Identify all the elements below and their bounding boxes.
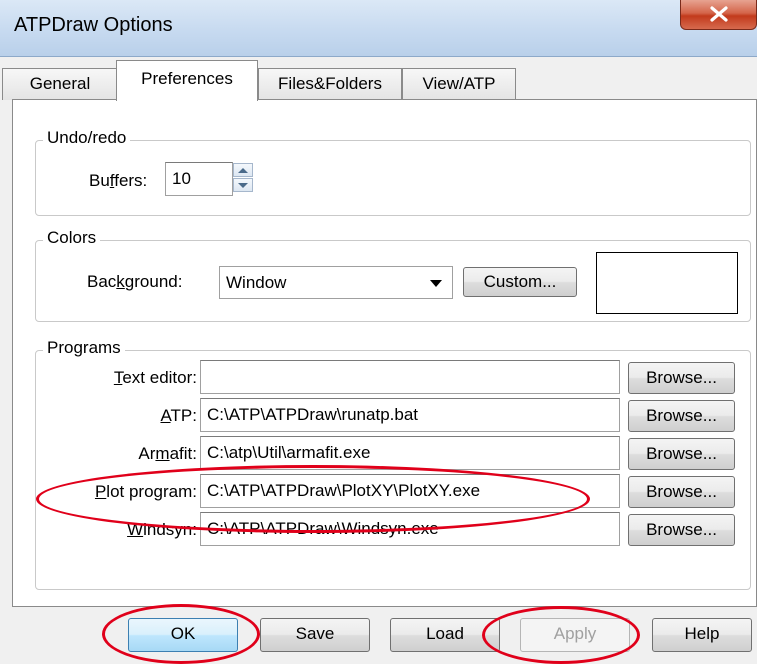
- windsyn-field[interactable]: C:\ATP\ATPDraw\Windsyn.exe: [200, 512, 620, 546]
- buffers-input[interactable]: 10: [165, 162, 233, 196]
- tab-files-folders[interactable]: Files&Folders: [258, 68, 402, 100]
- tab-general[interactable]: General: [2, 68, 118, 100]
- background-select[interactable]: Window: [219, 266, 453, 299]
- apply-button[interactable]: Apply: [520, 618, 630, 652]
- browse-atp-button[interactable]: Browse...: [628, 400, 735, 432]
- armafit-field[interactable]: C:\atp\Util\armafit.exe: [200, 436, 620, 470]
- tab-strip: General Preferences Files&Folders View/A…: [0, 56, 757, 101]
- windsyn-label: Windsyn:: [127, 520, 197, 539]
- load-button[interactable]: Load: [390, 618, 500, 652]
- plot-program-label: Plot program:: [94, 482, 197, 501]
- close-button[interactable]: [680, 0, 757, 30]
- buffers-spin-up[interactable]: [233, 163, 253, 177]
- buffers-label: Buffers:: [89, 171, 148, 190]
- color-swatch: [596, 252, 738, 314]
- atp-field[interactable]: C:\ATP\ATPDraw\runatp.bat: [200, 398, 620, 432]
- atp-label: ATP:: [160, 406, 197, 425]
- close-icon: [710, 6, 728, 22]
- arrow-up-icon: [238, 168, 248, 173]
- plot-program-field[interactable]: C:\ATP\ATPDraw\PlotXY\PlotXY.exe: [200, 474, 620, 508]
- colors-legend: Colors: [43, 228, 101, 248]
- browse-plot-program-button[interactable]: Browse...: [628, 476, 735, 508]
- buffers-spin-down[interactable]: [233, 178, 253, 192]
- ok-button[interactable]: OK: [128, 618, 238, 652]
- custom-color-button[interactable]: Custom...: [463, 267, 577, 297]
- chevron-down-icon: [430, 280, 442, 287]
- arrow-down-icon: [238, 183, 248, 188]
- browse-armafit-button[interactable]: Browse...: [628, 438, 735, 470]
- text-editor-label: Text editor:: [113, 368, 197, 387]
- tab-preferences[interactable]: Preferences: [116, 60, 258, 101]
- browse-text-editor-button[interactable]: Browse...: [628, 362, 735, 394]
- help-button[interactable]: Help: [652, 618, 752, 652]
- browse-windsyn-button[interactable]: Browse...: [628, 514, 735, 546]
- preferences-panel: Undo/redo Buffers: 10 Colors Background:…: [12, 99, 757, 607]
- save-button[interactable]: Save: [260, 618, 370, 652]
- programs-legend: Programs: [43, 338, 125, 358]
- tab-view-atp[interactable]: View/ATP: [402, 68, 516, 100]
- background-select-value: Window: [226, 273, 287, 292]
- window-title: ATPDraw Options: [14, 14, 173, 36]
- background-label: Background:: [87, 272, 183, 291]
- armafit-label: Armafit:: [138, 444, 197, 463]
- undo-redo-legend: Undo/redo: [43, 128, 131, 148]
- title-bar: ATPDraw Options: [0, 0, 757, 57]
- text-editor-field[interactable]: [200, 360, 620, 394]
